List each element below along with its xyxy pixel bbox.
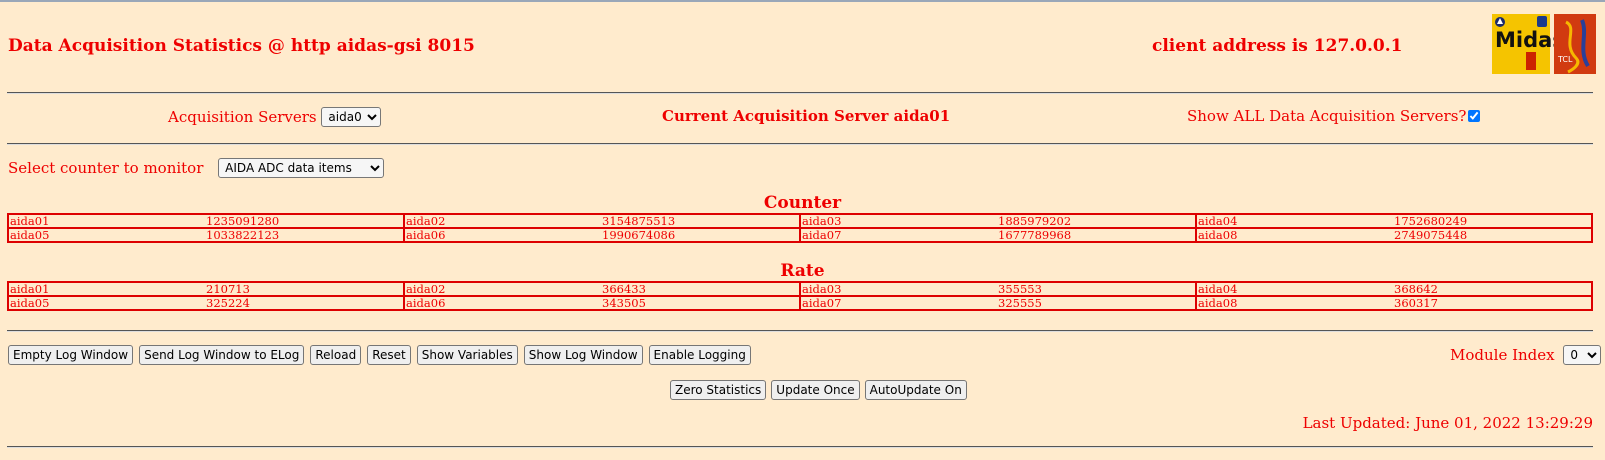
rate-cell-value: 325224 bbox=[205, 295, 405, 311]
divider bbox=[7, 330, 1593, 332]
module-index-label: Module Index bbox=[1450, 346, 1555, 364]
midas-tcl-logo: Midas TCL bbox=[1492, 14, 1596, 74]
counter-cell-name: aida04 bbox=[1195, 213, 1393, 229]
counter-title: Counter bbox=[763, 193, 842, 213]
module-index-group: Module Index 0 bbox=[1450, 345, 1602, 365]
rate-cell-value: 355553 bbox=[997, 281, 1197, 297]
last-updated: Last Updated: June 01, 2022 13:29:29 bbox=[1302, 414, 1593, 432]
rate-cell-name: aida06 bbox=[403, 295, 601, 311]
rate-cell-value: 360317 bbox=[1393, 295, 1593, 311]
top-border bbox=[0, 0, 1605, 2]
counter-select-label: Select counter to monitor bbox=[8, 159, 204, 177]
empty-log-window-button[interactable]: Empty Log Window bbox=[8, 345, 134, 365]
table-row: aida05 1033822123 aida06 1990674086 aida07… bbox=[7, 227, 1593, 243]
acquisition-servers-label: Acquisition Servers bbox=[168, 108, 317, 126]
divider bbox=[7, 143, 1593, 145]
module-index-select[interactable]: 0 bbox=[1563, 345, 1602, 365]
show-all-label: Show ALL Data Acquisition Servers? bbox=[1187, 107, 1467, 125]
zero-statistics-button[interactable]: Zero Statistics bbox=[670, 380, 767, 400]
counter-cell-value: 2749075448 bbox=[1393, 227, 1593, 243]
current-server-label: Current Acquisition Server aida01 bbox=[662, 107, 951, 125]
counter-cell-name: aida06 bbox=[403, 227, 601, 243]
rate-cell-value: 366433 bbox=[601, 281, 801, 297]
show-variables-button[interactable]: Show Variables bbox=[416, 345, 518, 365]
counter-cell-value: 3154875513 bbox=[601, 213, 801, 229]
rate-cell-name: aida07 bbox=[799, 295, 997, 311]
acquisition-server-select[interactable]: aida01 bbox=[321, 107, 382, 127]
rate-cell-value: 368642 bbox=[1393, 281, 1593, 297]
counter-cell-value: 1677789968 bbox=[997, 227, 1197, 243]
show-all-checkbox[interactable] bbox=[1468, 110, 1481, 122]
rate-cell-name: aida03 bbox=[799, 281, 997, 297]
rate-title: Rate bbox=[780, 261, 825, 281]
reload-button[interactable]: Reload bbox=[310, 345, 362, 365]
counter-cell-value: 1235091280 bbox=[205, 213, 405, 229]
rate-cell-name: aida08 bbox=[1195, 295, 1393, 311]
divider bbox=[7, 92, 1593, 94]
statistics-controls: Zero Statistics Update Once AutoUpdate O… bbox=[670, 380, 967, 400]
counter-cell-name: aida03 bbox=[799, 213, 997, 229]
autoupdate-button[interactable]: AutoUpdate On bbox=[864, 380, 967, 400]
table-row: aida01 1235091280 aida02 3154875513 aida03… bbox=[7, 213, 1593, 229]
counter-cell-value: 1752680249 bbox=[1393, 213, 1593, 229]
counter-table: aida01 1235091280 aida02 3154875513 aida03… bbox=[7, 213, 1593, 243]
rate-cell-name: aida02 bbox=[403, 281, 601, 297]
counter-select-group: Select counter to monitor AIDA ADC data … bbox=[8, 158, 385, 178]
page-title: Data Acquisition Statistics @ http aidas… bbox=[8, 36, 475, 56]
divider bbox=[7, 446, 1593, 448]
table-row: aida01 210713 aida02 366433 aida03 355553 a… bbox=[7, 281, 1593, 297]
send-log-to-elog-button[interactable]: Send Log Window to ELog bbox=[139, 345, 305, 365]
rate-table: aida01 210713 aida02 366433 aida03 355553 a… bbox=[7, 281, 1593, 311]
client-address: client address is 127.0.0.1 bbox=[1152, 36, 1403, 56]
rate-cell-name: aida05 bbox=[7, 295, 205, 311]
show-all-group: Show ALL Data Acquisition Servers? bbox=[1187, 107, 1481, 125]
counter-cell-name: aida08 bbox=[1195, 227, 1393, 243]
rate-cell-value: 343505 bbox=[601, 295, 801, 311]
reset-button[interactable]: Reset bbox=[367, 345, 411, 365]
log-controls: Empty Log Window Send Log Window to ELog… bbox=[8, 345, 751, 365]
counter-select[interactable]: AIDA ADC data items bbox=[218, 158, 385, 178]
counter-cell-name: aida01 bbox=[7, 213, 205, 229]
enable-logging-button[interactable]: Enable Logging bbox=[648, 345, 751, 365]
counter-cell-value: 1033822123 bbox=[205, 227, 405, 243]
acquisition-servers-group: Acquisition Servers aida01 bbox=[168, 107, 382, 127]
tcl-logo-text: TCL bbox=[1557, 55, 1573, 64]
table-row: aida05 325224 aida06 343505 aida07 325555 a… bbox=[7, 295, 1593, 311]
rate-cell-value: 325555 bbox=[997, 295, 1197, 311]
counter-cell-name: aida05 bbox=[7, 227, 205, 243]
show-log-window-button[interactable]: Show Log Window bbox=[523, 345, 643, 365]
update-once-button[interactable]: Update Once bbox=[771, 380, 860, 400]
rate-cell-value: 210713 bbox=[205, 281, 405, 297]
counter-cell-name: aida02 bbox=[403, 213, 601, 229]
counter-cell-value: 1885979202 bbox=[997, 213, 1197, 229]
counter-cell-name: aida07 bbox=[799, 227, 997, 243]
rate-cell-name: aida01 bbox=[7, 281, 205, 297]
rate-cell-name: aida04 bbox=[1195, 281, 1393, 297]
counter-cell-value: 1990674086 bbox=[601, 227, 801, 243]
